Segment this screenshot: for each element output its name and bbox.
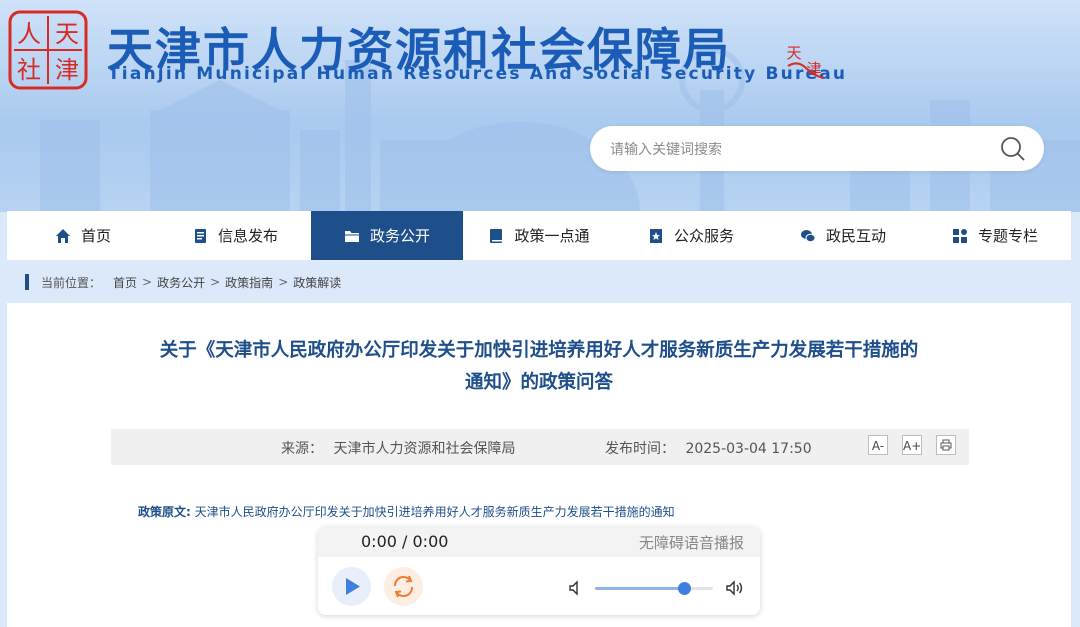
- article-container: 关于《天津市人民政府办公厅印发关于加快引进培养用好人才服务新质生产力发展若干措施…: [7, 303, 1071, 627]
- font-increase-button[interactable]: A+: [902, 435, 922, 455]
- nav-item-government-affairs[interactable]: 政务公开: [311, 211, 463, 260]
- svg-text:津: 津: [55, 56, 79, 84]
- nav-label: 公众服务: [673, 227, 734, 245]
- policy-label: 政策原文:: [138, 505, 191, 519]
- breadcrumb-policy-guide[interactable]: 政策指南: [225, 274, 273, 291]
- policy-original: 政策原文: 天津市人民政府办公厅印发关于加快引进培养用好人才服务新质生产力发展若…: [138, 503, 675, 520]
- nav-label: 政策一点通: [514, 227, 590, 245]
- search-icon[interactable]: [1000, 136, 1026, 162]
- article-title-line: 通知》的政策问答: [464, 372, 613, 393]
- volume-slider-fill: [595, 587, 684, 590]
- breadcrumb-separator: >: [210, 275, 221, 289]
- breadcrumb-home[interactable]: 首页: [113, 274, 137, 291]
- play-button[interactable]: [332, 567, 371, 606]
- svg-text:天: 天: [786, 44, 801, 62]
- breadcrumb-prefix: 当前位置：: [41, 275, 102, 290]
- article-publish-time: 发布时间： 2025-03-04 17:50: [605, 438, 812, 458]
- article-title: 关于《天津市人民政府办公厅印发关于加快引进培养用好人才服务新质生产力发展若干措施…: [107, 335, 971, 399]
- book-icon: [490, 228, 503, 243]
- source-label: 来源：: [281, 441, 323, 457]
- volume-high-icon[interactable]: [725, 580, 745, 596]
- svg-text:社: 社: [17, 56, 41, 84]
- badge-icon: [649, 228, 662, 243]
- tianjin-seal-logo: 天 津: [784, 38, 830, 84]
- breadcrumb-marker: [25, 274, 29, 290]
- search-bar: [590, 126, 1044, 173]
- site-title-english: Tianjin Municipal Human Resources And So…: [108, 64, 848, 84]
- time-value: 2025-03-04 17:50: [685, 441, 812, 457]
- nav-item-policy[interactable]: 政策一点通: [463, 211, 615, 260]
- main-navigation: 首页 信息发布 政务公开 政策一点通 公众服务 政民互动 专题专栏: [7, 211, 1071, 260]
- article-title-line: 关于《天津市人民政府办公厅印发关于加快引进培养用好人才服务新质生产力发展若干措施…: [159, 340, 919, 361]
- volume-slider[interactable]: [595, 582, 713, 595]
- folder-icon: [344, 230, 359, 242]
- breadcrumb-policy-interpretation[interactable]: 政策解读: [293, 274, 341, 291]
- player-header: 0:00 / 0:00 无障碍语音播报: [318, 527, 760, 557]
- article-source: 来源： 天津市人力资源和社会保障局: [281, 438, 515, 458]
- font-decrease-button[interactable]: A-: [868, 435, 888, 455]
- svg-text:人: 人: [17, 20, 41, 48]
- audio-player: 0:00 / 0:00 无障碍语音播报: [318, 527, 760, 615]
- document-icon: [194, 228, 206, 243]
- time-label: 发布时间：: [605, 441, 675, 457]
- svg-text:天: 天: [55, 20, 79, 48]
- search-input[interactable]: [608, 126, 982, 173]
- site-header: 人 天 社 津 天津市人力资源和社会保障局 Tianjin Municipal …: [0, 0, 1080, 212]
- grid-icon: [952, 228, 967, 243]
- chat-icon: [800, 229, 816, 242]
- loop-button[interactable]: [384, 567, 423, 606]
- breadcrumb-government-affairs[interactable]: 政务公开: [157, 274, 205, 291]
- article-meta: 来源： 天津市人力资源和社会保障局 发布时间： 2025-03-04 17:50…: [111, 429, 969, 465]
- breadcrumb: 当前位置： 首页 > 政务公开 > 政策指南 > 政策解读: [7, 262, 1071, 302]
- nav-item-public-services[interactable]: 公众服务: [615, 211, 767, 260]
- nav-item-info-release[interactable]: 信息发布: [159, 211, 311, 260]
- breadcrumb-separator: >: [278, 275, 289, 289]
- policy-link[interactable]: 天津市人民政府办公厅印发关于加快引进培养用好人才服务新质生产力发展若干措施的通知: [195, 505, 675, 519]
- volume-slider-thumb[interactable]: [677, 582, 691, 595]
- play-icon: [346, 578, 360, 595]
- bureau-logo[interactable]: 人 天 社 津: [8, 10, 88, 90]
- print-button[interactable]: [936, 435, 956, 455]
- loop-icon: [394, 575, 413, 598]
- nav-label: 首页: [80, 227, 111, 245]
- nav-item-special-topics[interactable]: 专题专栏: [919, 211, 1071, 260]
- nav-label: 专题专栏: [977, 227, 1038, 245]
- nav-item-home[interactable]: 首页: [7, 211, 159, 260]
- home-icon: [55, 228, 70, 243]
- nav-label: 政民互动: [825, 227, 886, 245]
- nav-item-interaction[interactable]: 政民互动: [767, 211, 919, 260]
- nav-label: 信息发布: [217, 227, 278, 245]
- player-time: 0:00 / 0:00: [361, 532, 449, 551]
- breadcrumb-separator: >: [142, 275, 153, 289]
- source-value: 天津市人力资源和社会保障局: [333, 441, 516, 457]
- print-icon: [940, 439, 952, 451]
- accessibility-voice-label: 无障碍语音播报: [638, 534, 744, 552]
- nav-label: 政务公开: [369, 227, 430, 245]
- volume-low-icon[interactable]: [568, 580, 584, 596]
